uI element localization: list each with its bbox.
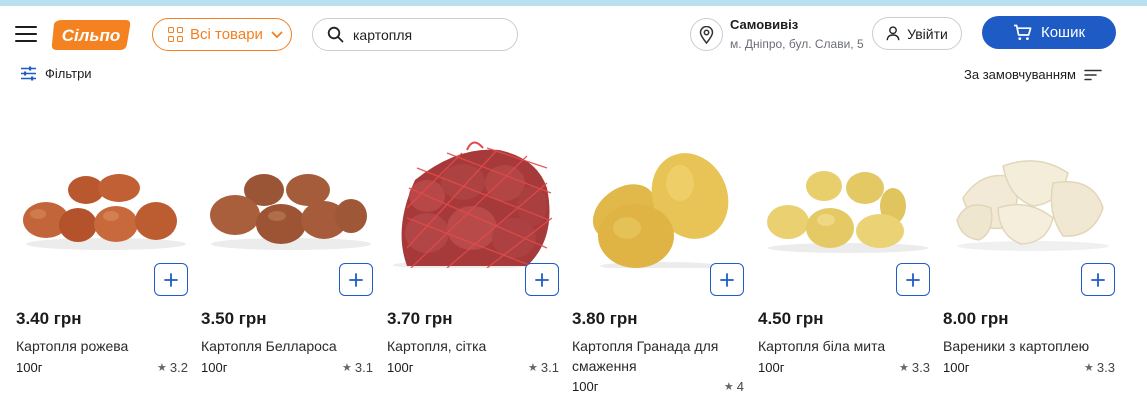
product-weight: 100г <box>943 360 970 375</box>
product-card[interactable]: 3.50 грн Картопля Беллароса 100г ★ 3.1 <box>201 128 381 398</box>
product-rating: ★ 3.1 <box>528 360 559 375</box>
svg-text:Сільпо: Сільпо <box>62 26 120 45</box>
product-name[interactable]: Картопля біла мита <box>758 336 930 356</box>
hamburger-icon-line <box>15 39 37 43</box>
add-to-cart-button[interactable] <box>896 263 930 296</box>
login-button[interactable]: Увійти <box>872 17 962 50</box>
delivery-selector[interactable]: Самовивіз м. Дніпро, бул. Слави, 5 <box>730 17 864 51</box>
silpo-logo[interactable]: Сільпо <box>50 18 132 52</box>
search-icon <box>327 26 344 43</box>
product-rating: ★ 3.3 <box>899 360 930 375</box>
product-price: 3.40 грн <box>16 309 82 328</box>
product-rating: ★ 3.2 <box>157 360 188 375</box>
product-card[interactable]: 3.80 грн Картопля Гранада для смаження 1… <box>572 128 752 398</box>
site-header: Сільпо Всі товари Самовивіз м. Дніпро, б… <box>0 6 1147 62</box>
product-image[interactable] <box>387 128 567 268</box>
location-button[interactable] <box>690 18 723 51</box>
all-products-label: Всі товари <box>190 26 263 43</box>
product-weight: 100г <box>572 379 599 394</box>
search-input[interactable] <box>353 26 503 43</box>
user-icon <box>886 26 900 41</box>
product-rating: ★ 4 <box>724 379 744 394</box>
login-label: Увійти <box>907 25 948 42</box>
chevron-down-icon <box>271 31 283 38</box>
product-weight: 100г <box>16 360 43 375</box>
rating-value: 3.3 <box>911 360 930 375</box>
search-box[interactable] <box>312 18 518 51</box>
plus-icon <box>1091 272 1105 287</box>
add-to-cart-button[interactable] <box>710 263 744 296</box>
sliders-icon <box>21 66 36 81</box>
star-icon: ★ <box>1084 362 1094 374</box>
cart-button[interactable]: Кошик <box>982 16 1116 49</box>
plus-icon <box>349 272 363 287</box>
menu-button[interactable] <box>15 26 37 44</box>
all-products-button[interactable]: Всі товари <box>152 18 292 51</box>
potato-white-washed-image <box>767 171 928 253</box>
product-card[interactable]: 4.50 грн Картопля біла мита 100г ★ 3.3 <box>758 128 938 398</box>
product-weight: 100г <box>201 360 228 375</box>
product-image[interactable] <box>16 128 196 268</box>
sort-lines-icon <box>1084 69 1102 80</box>
product-name[interactable]: Картопля, сітка <box>387 336 559 356</box>
star-icon: ★ <box>899 362 909 374</box>
logo-icon: Сільпо <box>51 20 131 50</box>
add-to-cart-button[interactable] <box>339 263 373 296</box>
cart-label: Кошик <box>1040 24 1086 41</box>
plus-icon <box>720 272 734 287</box>
delivery-method: Самовивіз <box>730 17 799 32</box>
product-weight: 100г <box>387 360 414 375</box>
product-name[interactable]: Картопля Беллароса <box>201 336 373 356</box>
product-card[interactable]: 3.40 грн Картопля рожева 100г ★ 3.2 <box>16 128 196 398</box>
plus-icon <box>164 272 178 287</box>
hamburger-icon-line <box>15 32 37 36</box>
product-image[interactable] <box>201 128 381 268</box>
product-price: 4.50 грн <box>758 309 824 328</box>
location-pin-icon <box>699 25 714 44</box>
rating-value: 3.2 <box>169 360 188 375</box>
potato-granada-image <box>592 153 729 268</box>
product-rating: ★ 3.3 <box>1084 360 1115 375</box>
potato-net-bag-image <box>393 141 553 268</box>
hamburger-icon-line <box>15 26 37 29</box>
rating-value: 4 <box>736 379 744 394</box>
grid-icon <box>168 27 183 42</box>
cart-icon <box>1013 24 1032 40</box>
filters-label: Фільтри <box>45 66 92 81</box>
product-image[interactable] <box>572 128 752 268</box>
product-price: 8.00 грн <box>943 309 1009 328</box>
product-card[interactable]: 8.00 грн Вареники з картоплею 100г ★ 3.3 <box>943 128 1123 398</box>
rating-value: 3.3 <box>1096 360 1115 375</box>
sort-dropdown[interactable]: За замовчуванням <box>964 67 1102 82</box>
product-name[interactable]: Картопля рожева <box>16 336 188 356</box>
rating-value: 3.1 <box>354 360 373 375</box>
product-rating: ★ 3.1 <box>342 360 373 375</box>
product-price: 3.80 грн <box>572 309 638 328</box>
product-price: 3.70 грн <box>387 309 453 328</box>
dumplings-image <box>956 160 1109 251</box>
product-image[interactable] <box>943 128 1123 268</box>
product-card[interactable]: 3.70 грн Картопля, сітка 100г ★ 3.1 <box>387 128 567 398</box>
product-name[interactable]: Картопля Гранада для смаження <box>572 336 744 376</box>
star-icon: ★ <box>528 362 538 374</box>
plus-icon <box>535 272 549 287</box>
product-name[interactable]: Вареники з картоплею <box>943 336 1115 356</box>
potato-bellarosa-image <box>210 174 371 250</box>
star-icon: ★ <box>723 381 734 393</box>
add-to-cart-button[interactable] <box>525 263 559 296</box>
add-to-cart-button[interactable] <box>1081 263 1115 296</box>
product-weight: 100г <box>758 360 785 375</box>
product-image[interactable] <box>758 128 938 268</box>
rating-value: 3.1 <box>540 360 559 375</box>
potato-pink-image <box>23 174 186 250</box>
plus-icon <box>906 272 920 287</box>
product-price: 3.50 грн <box>201 309 267 328</box>
delivery-address: м. Дніпро, бул. Слави, 5 <box>730 37 864 51</box>
add-to-cart-button[interactable] <box>154 263 188 296</box>
star-icon: ★ <box>342 362 352 374</box>
sort-label: За замовчуванням <box>964 67 1076 82</box>
filters-button[interactable]: Фільтри <box>20 66 92 81</box>
star-icon: ★ <box>157 362 167 374</box>
